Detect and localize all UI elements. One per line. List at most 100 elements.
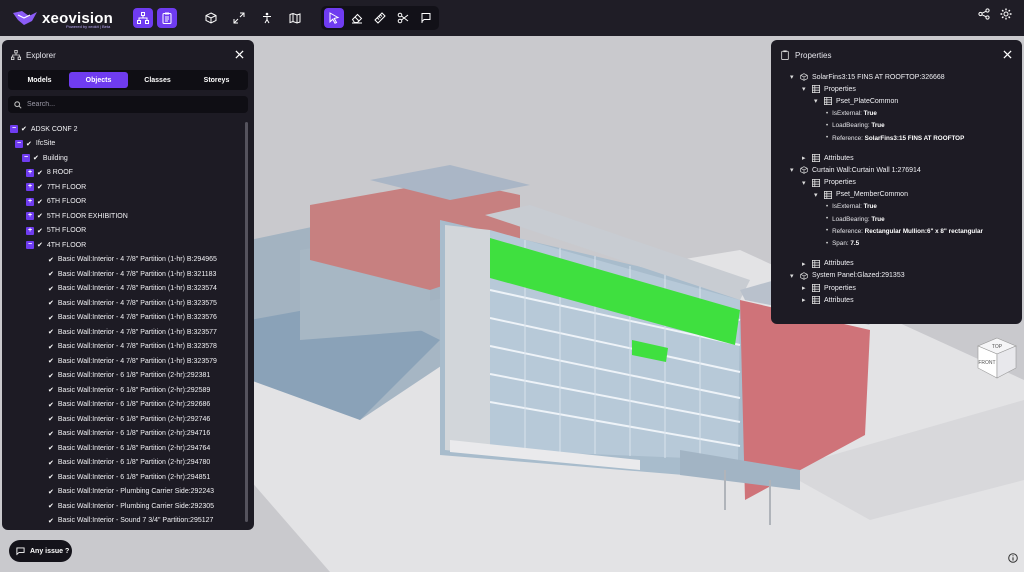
collapse-toggle-icon[interactable]: −: [22, 154, 30, 163]
tree-item[interactable]: + ✔ 5TH FLOOR EXHIBITION: [2, 209, 242, 224]
tree-item[interactable]: ✔ Basic Wall:Interior - 4 7/8" Partition …: [2, 340, 242, 355]
collapse-toggle-icon[interactable]: −: [15, 139, 23, 148]
tree-item[interactable]: − ✔ IfcSite: [2, 137, 242, 152]
visibility-check-icon[interactable]: ✔: [48, 343, 54, 351]
caret-right-icon[interactable]: ▸: [802, 296, 812, 304]
visibility-check-icon[interactable]: ✔: [48, 256, 54, 264]
visibility-check-icon[interactable]: ✔: [26, 140, 32, 148]
tree-item[interactable]: + ✔ 5TH FLOOR: [2, 224, 242, 239]
properties-toggle-button[interactable]: [157, 8, 177, 28]
share-button[interactable]: [978, 8, 990, 20]
property-group-node[interactable]: ▾ Properties: [771, 83, 1022, 95]
property-group-node[interactable]: ▾ Pset_MemberCommon: [771, 189, 1022, 201]
property-group-node[interactable]: ▾ Pset_PlateCommon: [771, 95, 1022, 107]
caret-down-icon[interactable]: ▾: [790, 73, 800, 81]
visibility-check-icon[interactable]: ✔: [48, 459, 54, 467]
info-button[interactable]: [1008, 553, 1018, 563]
tree-item[interactable]: ✔ Basic Wall:Interior - 6 1/8" Partition …: [2, 398, 242, 413]
tree-item[interactable]: − ✔ Building: [2, 151, 242, 166]
expand-toggle-icon[interactable]: +: [26, 168, 34, 177]
caret-down-icon[interactable]: ▾: [802, 179, 812, 187]
properties-close-button[interactable]: [1003, 50, 1012, 59]
property-object-node[interactable]: ▾ Curtain Wall:Curtain Wall 1:276914: [771, 164, 1022, 176]
tab-models[interactable]: Models: [10, 72, 69, 88]
search-input[interactable]: [27, 101, 227, 108]
viewcube-front-label[interactable]: FRONT: [978, 360, 995, 366]
tab-storeys[interactable]: Storeys: [187, 72, 246, 88]
visibility-check-icon[interactable]: ✔: [21, 125, 27, 133]
tree-item[interactable]: ✔ Basic Wall:Interior - 6 1/8" Partition …: [2, 427, 242, 442]
caret-down-icon[interactable]: ▾: [790, 272, 800, 280]
annotation-tool-button[interactable]: [416, 8, 436, 28]
plan-view-button[interactable]: [285, 8, 305, 28]
tree-item[interactable]: ✔ Basic Wall:Interior - Plumbing Carrier …: [2, 485, 242, 500]
section-tool-button[interactable]: [393, 8, 413, 28]
report-issue-button[interactable]: Any issue ?: [9, 540, 72, 562]
visibility-check-icon[interactable]: ✔: [48, 270, 54, 278]
tree-item[interactable]: ✔ Basic Wall:Interior - 6 1/8" Partition …: [2, 441, 242, 456]
visibility-check-icon[interactable]: ✔: [48, 444, 54, 452]
visibility-check-icon[interactable]: ✔: [48, 430, 54, 438]
collapse-toggle-icon[interactable]: −: [10, 125, 18, 134]
property-group-node[interactable]: ▸ Attributes: [771, 294, 1022, 306]
tree-item[interactable]: ✔ Basic Wall:Interior - 6 1/8" Partition …: [2, 470, 242, 485]
visibility-check-icon[interactable]: ✔: [48, 372, 54, 380]
visibility-check-icon[interactable]: ✔: [48, 299, 54, 307]
caret-down-icon[interactable]: ▾: [790, 166, 800, 174]
explorer-close-button[interactable]: [235, 50, 244, 59]
visibility-check-icon[interactable]: ✔: [48, 386, 54, 394]
property-group-node[interactable]: ▸ Attributes: [771, 258, 1022, 270]
caret-down-icon[interactable]: ▾: [802, 85, 812, 93]
tree-item[interactable]: ✔ Basic Wall:Interior - 4 7/8" Partition …: [2, 296, 242, 311]
expand-toggle-icon[interactable]: +: [26, 183, 34, 192]
settings-button[interactable]: [1000, 8, 1012, 20]
tree-item[interactable]: ✔ Basic Wall:Interior - 4 7/8" Partition …: [2, 267, 242, 282]
visibility-check-icon[interactable]: ✔: [37, 212, 43, 220]
tree-scrollbar[interactable]: [245, 122, 248, 522]
tree-item[interactable]: + ✔ 8 ROOF: [2, 166, 242, 181]
tab-classes[interactable]: Classes: [128, 72, 187, 88]
expand-toggle-icon[interactable]: +: [26, 197, 34, 206]
visibility-check-icon[interactable]: ✔: [48, 502, 54, 510]
hide-tool-button[interactable]: [347, 8, 367, 28]
property-object-node[interactable]: ▾ SolarFins3:15 FINS AT ROOFTOP:326668: [771, 71, 1022, 83]
tab-objects[interactable]: Objects: [69, 72, 128, 88]
visibility-check-icon[interactable]: ✔: [37, 183, 43, 191]
property-object-node[interactable]: ▾ System Panel:Glazed:291353: [771, 270, 1022, 282]
caret-down-icon[interactable]: ▾: [814, 97, 824, 105]
tree-item[interactable]: ✔ Basic Wall:Interior - 6 1/8" Partition …: [2, 456, 242, 471]
3d-view-button[interactable]: [201, 8, 221, 28]
visibility-check-icon[interactable]: ✔: [48, 357, 54, 365]
first-person-button[interactable]: [257, 8, 277, 28]
collapse-toggle-icon[interactable]: −: [26, 241, 34, 250]
tree-item[interactable]: − ✔ ADSK CONF 2: [2, 122, 242, 137]
caret-right-icon[interactable]: ▸: [802, 284, 812, 292]
visibility-check-icon[interactable]: ✔: [48, 328, 54, 336]
view-cube[interactable]: TOP FRONT: [976, 336, 1018, 380]
expand-toggle-icon[interactable]: +: [26, 226, 34, 235]
tree-item[interactable]: ✔ Basic Wall:Interior - 6 1/8" Partition …: [2, 383, 242, 398]
visibility-check-icon[interactable]: ✔: [48, 517, 54, 525]
viewcube-top-label[interactable]: TOP: [992, 344, 1003, 350]
tree-item[interactable]: + ✔ 6TH FLOOR: [2, 195, 242, 210]
visibility-check-icon[interactable]: ✔: [48, 314, 54, 322]
tree-item[interactable]: ✔ Basic Wall:Interior - 4 7/8" Partition …: [2, 325, 242, 340]
visibility-check-icon[interactable]: ✔: [48, 415, 54, 423]
property-group-node[interactable]: ▸ Attributes: [771, 152, 1022, 164]
explorer-toggle-button[interactable]: [133, 8, 153, 28]
visibility-check-icon[interactable]: ✔: [37, 241, 43, 249]
tree-item[interactable]: + ✔ 7TH FLOOR: [2, 180, 242, 195]
caret-down-icon[interactable]: ▾: [814, 191, 824, 199]
visibility-check-icon[interactable]: ✔: [37, 227, 43, 235]
tree-item[interactable]: ✔ Basic Wall:Interior - 6 1/8" Partition …: [2, 369, 242, 384]
visibility-check-icon[interactable]: ✔: [48, 401, 54, 409]
tree-item[interactable]: ✔ Basic Wall:Interior - 4 7/8" Partition …: [2, 282, 242, 297]
property-group-node[interactable]: ▸ Properties: [771, 282, 1022, 294]
select-tool-button[interactable]: [324, 8, 344, 28]
tree-item[interactable]: − ✔ 4TH FLOOR: [2, 238, 242, 253]
property-group-node[interactable]: ▾ Properties: [771, 177, 1022, 189]
caret-right-icon[interactable]: ▸: [802, 260, 812, 268]
tree-item[interactable]: ✔ Basic Wall:Interior - 6 1/8" Partition …: [2, 412, 242, 427]
visibility-check-icon[interactable]: ✔: [37, 169, 43, 177]
visibility-check-icon[interactable]: ✔: [48, 285, 54, 293]
